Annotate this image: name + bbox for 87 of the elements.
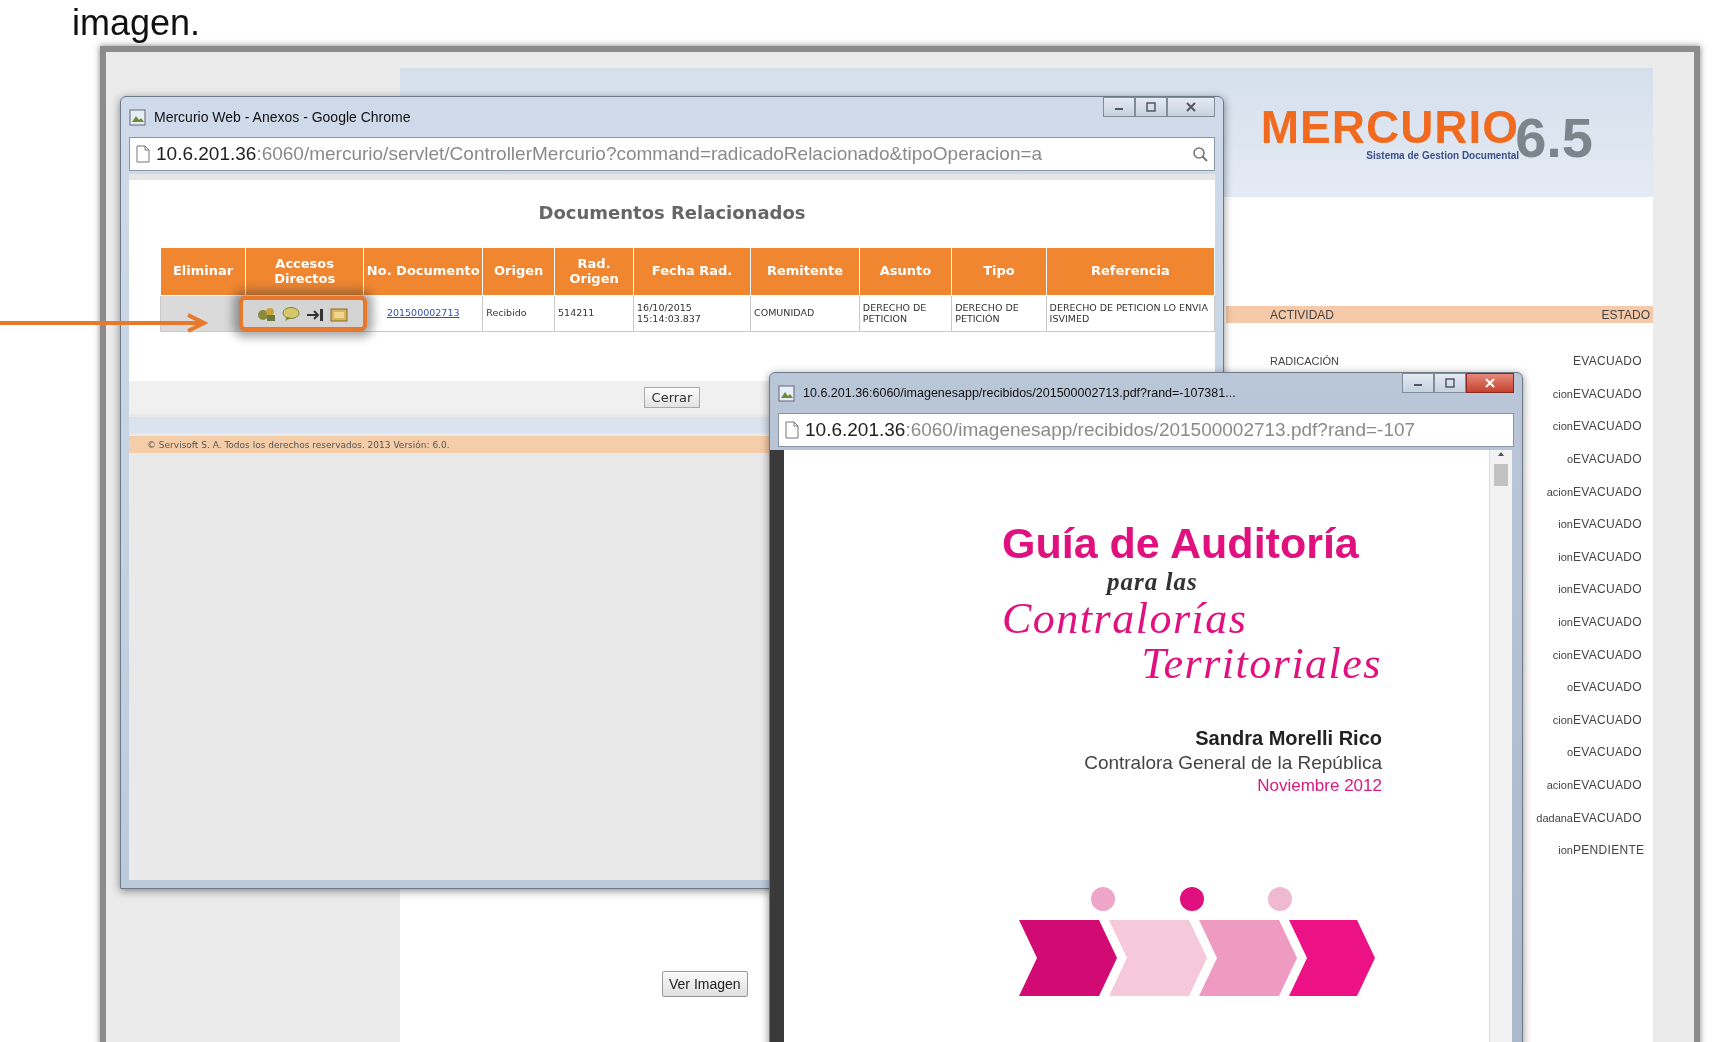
table-cell: DERECHO DE PETICION [862, 301, 927, 324]
table-cell-text: EVACUADO [1573, 810, 1643, 825]
column-header: Eliminar [160, 247, 246, 296]
table-cell: DERECHO DE PETICIÓN [955, 301, 1019, 324]
table-cell: acion [1546, 779, 1573, 791]
column-header: No. Documento [363, 247, 483, 296]
logo-tagline: Sistema de Gestion Documental [1366, 150, 1520, 161]
table-cell-text: EVACUADO [1573, 778, 1643, 792]
column-header: ACTIVIDAD [1270, 307, 1334, 322]
table-cell-text: RADICACIÓN [1269, 355, 1340, 368]
maximize-button[interactable] [1135, 97, 1167, 117]
cluster-icon[interactable] [257, 305, 278, 322]
page-icon [785, 421, 799, 439]
close-icon [1185, 102, 1197, 112]
table-cell: o [1566, 746, 1573, 759]
close-button[interactable] [1167, 97, 1215, 117]
table-cell: ion [1558, 616, 1573, 629]
table-cell-text: EVACUADO [1573, 647, 1643, 662]
table-cell: cion [1552, 648, 1573, 661]
scroll-thumb[interactable] [1494, 464, 1508, 486]
view-image-button[interactable]: Ver Imagen [662, 970, 748, 997]
table-cell: ion [1558, 518, 1573, 531]
document-title: Guía de Auditoría [1002, 520, 1360, 568]
table-cell: ion [1558, 550, 1573, 563]
window-title: Mercurio Web - Anexos - Google Chrome [154, 109, 412, 125]
column-header: Referencia [1046, 247, 1215, 296]
window-icon [129, 108, 146, 126]
table-cell-text: EVACUADO [1573, 745, 1643, 760]
table-cell: ion [1558, 844, 1573, 857]
address-bar[interactable]: 10.6.201.36:6060/mercurio/servlet/ControllerMercurio?command=radicadoRelacionado&tipoOperacion=a [129, 137, 1215, 171]
window-title: 10.6.201.36:6060/imagenesapp/recibidos/201500002713.pdf?rand=-107381... [803, 386, 1237, 400]
column-header: ESTADO [1601, 307, 1650, 322]
table-cell-text: PENDIENTE [1573, 843, 1646, 858]
column-header: Tipo [951, 247, 1047, 296]
document-subtitle: para las [1107, 567, 1199, 598]
table-cell: dadana [1536, 811, 1573, 824]
close-icon [1484, 378, 1496, 388]
document-title: Territoriales [1141, 641, 1382, 688]
table-cell-text: EVACUADO [1573, 680, 1643, 695]
table-cell: cion [1552, 387, 1573, 400]
table-cell: 16/10/2015 15:14:03.837 [637, 301, 701, 324]
author-name: Sandra Morelli Rico [1195, 727, 1382, 751]
table-cell-text: EVACUADO [1573, 354, 1643, 369]
document-date: Noviembre 2012 [1257, 776, 1382, 797]
table-cell: 514211 [558, 307, 595, 319]
table-cell-text: EVACUADO [1573, 549, 1643, 564]
window-icon [778, 384, 795, 402]
table-cell: acion [1546, 485, 1573, 498]
maximize-icon [1145, 102, 1157, 112]
search-icon[interactable] [1192, 146, 1208, 162]
table-cell-text: EVACUADO [1573, 484, 1643, 499]
column-header: Fecha Rad. [633, 247, 751, 296]
address-bar[interactable]: 10.6.201.36:6060/imagenesapp/recibidos/201500002713.pdf?rand=-107 [778, 413, 1514, 447]
minimize-button[interactable] [1103, 97, 1135, 117]
minimize-button[interactable] [1402, 373, 1434, 393]
table-cell: ion [1558, 583, 1573, 596]
close-button[interactable] [1466, 373, 1514, 393]
panel-heading: Documentos Relacionados [537, 202, 807, 223]
column-header: Origen [482, 247, 555, 296]
table-cell: o [1566, 681, 1573, 694]
table-cell-text: EVACUADO [1573, 582, 1643, 597]
maximize-icon [1444, 378, 1456, 388]
close-button[interactable]: Cerrar [643, 387, 701, 408]
table-cell: DERECHO DE PETICION LO ENVIA ISVIMED [1049, 301, 1208, 324]
scroll-up-icon[interactable] [1496, 450, 1506, 458]
table-cell-text: EVACUADO [1573, 386, 1643, 401]
scrollbar[interactable] [1489, 450, 1512, 1042]
table-cell: Recibido [486, 307, 527, 319]
page-icon [136, 145, 150, 163]
author-role: Contralora General de la República [1084, 752, 1382, 775]
column-header: Asunto [859, 247, 952, 296]
column-header: Accesos Directos [245, 247, 364, 296]
table-cell: cion [1552, 420, 1573, 433]
table-cell-text: EVACUADO [1573, 615, 1643, 630]
document-link[interactable]: 201500002713 [386, 307, 460, 319]
column-header: Remitente [750, 247, 860, 296]
table-cell-text: EVACUADO [1573, 452, 1643, 467]
table-cell-text: EVACUADO [1573, 712, 1643, 727]
table-cell-text: EVACUADO [1573, 419, 1643, 434]
table-cell-text: EVACUADO [1573, 517, 1643, 532]
table-cell: o [1566, 453, 1573, 466]
caption-text: imagen. [72, 2, 201, 44]
document-title: Contralorías [1002, 597, 1249, 642]
maximize-button[interactable] [1434, 373, 1466, 393]
column-header: Rad. Origen [554, 247, 634, 296]
table-cell: cion [1552, 713, 1573, 726]
table-cell: COMUNIDAD [754, 307, 815, 319]
